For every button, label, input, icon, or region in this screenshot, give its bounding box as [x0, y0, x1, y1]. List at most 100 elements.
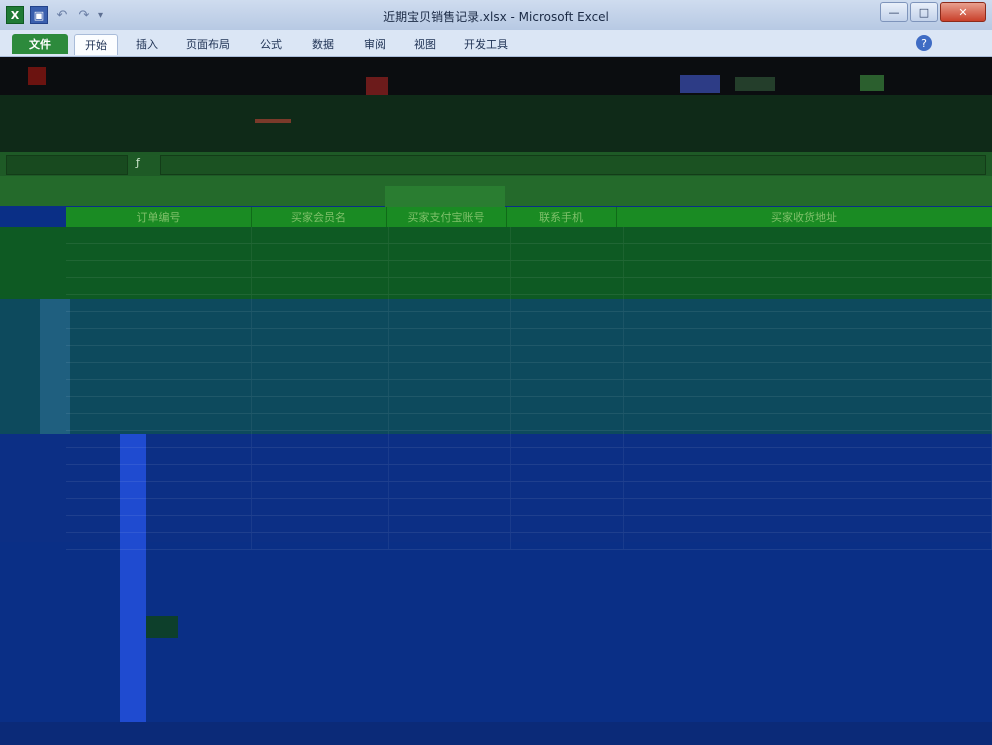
- paste-icon[interactable]: [28, 67, 46, 85]
- header-phone[interactable]: 联系手机: [506, 207, 617, 227]
- tab-developer[interactable]: 开发工具: [454, 34, 518, 54]
- table-row[interactable]: [66, 278, 992, 295]
- table-cell[interactable]: [389, 482, 512, 498]
- table-cell[interactable]: [389, 227, 512, 243]
- table-cell[interactable]: [252, 346, 390, 362]
- table-row[interactable]: [66, 261, 992, 278]
- minimize-button[interactable]: —: [880, 2, 908, 22]
- table-row[interactable]: [66, 329, 992, 346]
- table-cell[interactable]: [66, 533, 253, 549]
- table-cell[interactable]: [511, 244, 624, 260]
- table-cell[interactable]: [511, 346, 624, 362]
- table-cell[interactable]: [389, 261, 512, 277]
- table-row[interactable]: [66, 465, 992, 482]
- table-cell[interactable]: [252, 244, 390, 260]
- tab-formulas[interactable]: 公式: [250, 34, 292, 54]
- header-order-id[interactable]: 订单编号: [66, 207, 252, 227]
- table-cell[interactable]: [389, 533, 512, 549]
- table-row[interactable]: [66, 363, 992, 380]
- table-cell[interactable]: [624, 397, 992, 413]
- table-cell[interactable]: [389, 380, 512, 396]
- table-cell[interactable]: [66, 397, 253, 413]
- table-cell[interactable]: [66, 227, 253, 243]
- table-cell[interactable]: [66, 414, 253, 430]
- table-cell[interactable]: [66, 482, 253, 498]
- table-cell[interactable]: [66, 516, 253, 532]
- table-cell[interactable]: [389, 312, 512, 328]
- table-cell[interactable]: [252, 329, 390, 345]
- table-cell[interactable]: [66, 363, 253, 379]
- table-cell[interactable]: [511, 295, 624, 311]
- table-cell[interactable]: [252, 227, 390, 243]
- table-cell[interactable]: [624, 533, 992, 549]
- table-cell[interactable]: [624, 227, 992, 243]
- table-cell[interactable]: [624, 380, 992, 396]
- help-icon[interactable]: ?: [916, 35, 932, 51]
- table-cell[interactable]: [66, 499, 253, 515]
- table-cell[interactable]: [66, 431, 253, 447]
- table-cell[interactable]: [389, 295, 512, 311]
- table-cell[interactable]: [389, 516, 512, 532]
- table-cell[interactable]: [624, 414, 992, 430]
- table-cell[interactable]: [389, 414, 512, 430]
- table-cell[interactable]: [624, 516, 992, 532]
- table-cell[interactable]: [389, 431, 512, 447]
- table-row[interactable]: [66, 431, 992, 448]
- table-cell[interactable]: [511, 329, 624, 345]
- table-cell[interactable]: [511, 312, 624, 328]
- fx-icon[interactable]: ƒ: [136, 156, 150, 170]
- table-row[interactable]: [66, 499, 992, 516]
- table-cell[interactable]: [511, 414, 624, 430]
- table-cell[interactable]: [66, 448, 253, 464]
- table-cell[interactable]: [252, 278, 390, 294]
- table-row[interactable]: [66, 414, 992, 431]
- table-cell[interactable]: [624, 261, 992, 277]
- table-row[interactable]: [66, 448, 992, 465]
- table-cell[interactable]: [252, 533, 390, 549]
- table-cell[interactable]: [389, 363, 512, 379]
- table-cell[interactable]: [252, 482, 390, 498]
- table-cell[interactable]: [66, 380, 253, 396]
- table-cell[interactable]: [511, 227, 624, 243]
- table-cell[interactable]: [66, 312, 253, 328]
- table-cell[interactable]: [389, 244, 512, 260]
- maximize-button[interactable]: □: [910, 2, 938, 22]
- table-row[interactable]: [66, 380, 992, 397]
- table-row[interactable]: [66, 346, 992, 363]
- table-cell[interactable]: [624, 244, 992, 260]
- table-row[interactable]: [66, 295, 992, 312]
- table-cell[interactable]: [624, 482, 992, 498]
- table-cell[interactable]: [511, 397, 624, 413]
- table-cell[interactable]: [66, 329, 253, 345]
- table-cell[interactable]: [511, 278, 624, 294]
- worksheet-grid[interactable]: 订单编号 买家会员名 买家支付宝账号 联系手机 买家收货地址: [0, 176, 992, 745]
- table-cell[interactable]: [389, 346, 512, 362]
- table-cell[interactable]: [389, 329, 512, 345]
- formula-input[interactable]: [160, 155, 986, 175]
- table-cell[interactable]: [624, 346, 992, 362]
- table-cell[interactable]: [511, 431, 624, 447]
- table-row[interactable]: [66, 312, 992, 329]
- table-cell[interactable]: [624, 295, 992, 311]
- table-cell[interactable]: [389, 499, 512, 515]
- table-row[interactable]: [66, 516, 992, 533]
- table-row[interactable]: [66, 533, 992, 550]
- table-cell[interactable]: [252, 312, 390, 328]
- table-cell[interactable]: [624, 363, 992, 379]
- table-cell[interactable]: [252, 380, 390, 396]
- table-row[interactable]: [66, 482, 992, 499]
- table-cell[interactable]: [66, 244, 253, 260]
- table-cell[interactable]: [511, 533, 624, 549]
- table-cell[interactable]: [252, 499, 390, 515]
- name-box[interactable]: [6, 155, 128, 175]
- table-row[interactable]: [66, 227, 992, 244]
- table-cell[interactable]: [511, 380, 624, 396]
- table-cell[interactable]: [66, 261, 253, 277]
- table-cell[interactable]: [66, 346, 253, 362]
- tab-data[interactable]: 数据: [302, 34, 344, 54]
- table-cell[interactable]: [66, 278, 253, 294]
- tab-review[interactable]: 审阅: [354, 34, 396, 54]
- table-cell[interactable]: [511, 499, 624, 515]
- table-cell[interactable]: [252, 295, 390, 311]
- header-address[interactable]: 买家收货地址: [616, 207, 992, 227]
